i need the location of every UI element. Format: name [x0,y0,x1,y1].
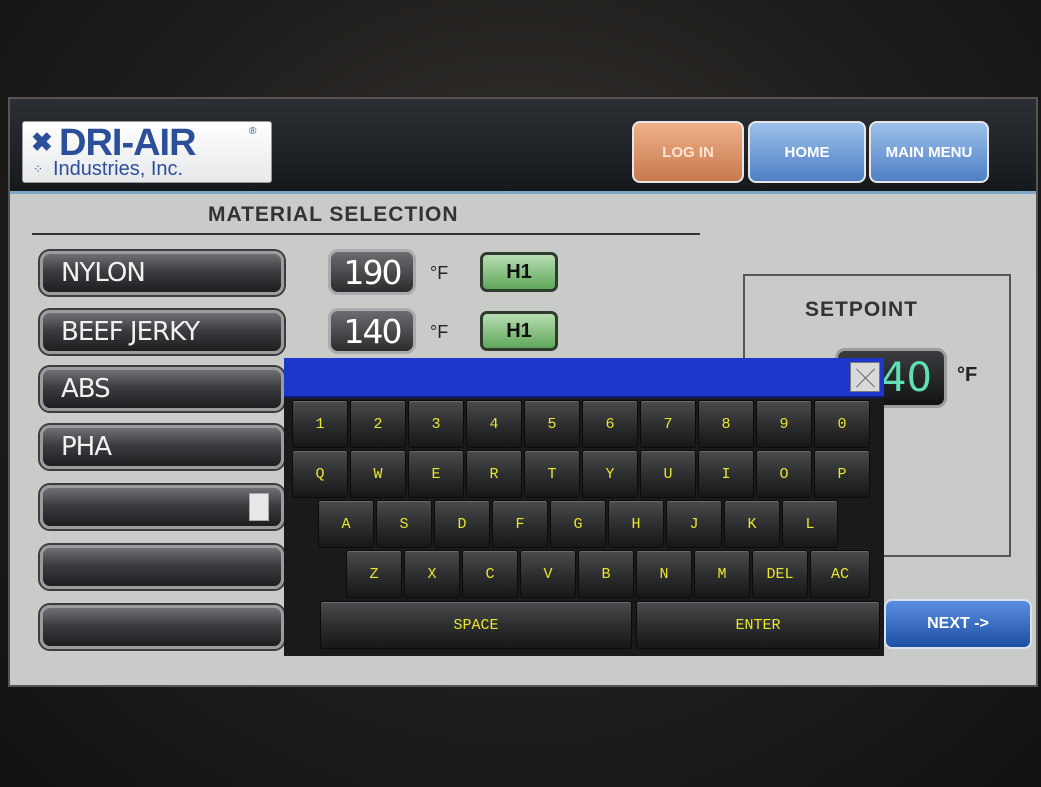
on-screen-keyboard: 1 2 3 4 5 6 7 8 9 0 Q W E R T Y U I O P … [284,358,884,656]
hmi-screen: ✖ DRI-AIR ® ⁘ Industries, Inc. LOG IN HO… [8,97,1038,687]
key-q[interactable]: Q [292,450,348,498]
material-button-5[interactable] [40,485,284,529]
material-button-4[interactable]: PHA [40,425,284,469]
key-3[interactable]: 3 [408,400,464,448]
key-r[interactable]: R [466,450,522,498]
delete-key[interactable]: DEL [752,550,808,598]
material-button-2[interactable]: BEEF JERKY [40,310,284,354]
key-9[interactable]: 9 [756,400,812,448]
key-d[interactable]: D [434,500,490,548]
key-g[interactable]: G [550,500,606,548]
close-icon[interactable] [850,362,880,392]
logo-registered-mark: ® [249,126,257,137]
key-j[interactable]: J [666,500,722,548]
temperature-unit-2: °F [430,322,449,342]
heater-button-1[interactable]: H1 [480,252,558,292]
heater-button-2[interactable]: H1 [480,311,558,351]
key-7[interactable]: 7 [640,400,696,448]
key-v[interactable]: V [520,550,576,598]
key-a[interactable]: A [318,500,374,548]
key-y[interactable]: Y [582,450,638,498]
material-button-7[interactable] [40,605,284,649]
temperature-field-2[interactable]: 140 [328,308,416,354]
logo-mark-icon: ✖ [31,127,53,157]
key-8[interactable]: 8 [698,400,754,448]
key-o[interactable]: O [756,450,812,498]
page-title: MATERIAL SELECTION [208,203,459,226]
key-k[interactable]: K [724,500,780,548]
header-bar: ✖ DRI-AIR ® ⁘ Industries, Inc. LOG IN HO… [10,99,1036,194]
material-button-3[interactable]: ABS [40,367,284,411]
setpoint-label: SETPOINT [805,298,919,321]
next-button[interactable]: NEXT -> [884,599,1032,649]
logo-title: DRI-AIR [59,122,197,164]
key-w[interactable]: W [350,450,406,498]
company-logo: ✖ DRI-AIR ® ⁘ Industries, Inc. [22,121,272,183]
key-u[interactable]: U [640,450,696,498]
login-button[interactable]: LOG IN [632,121,744,183]
space-key[interactable]: SPACE [320,601,632,649]
key-s[interactable]: S [376,500,432,548]
droplets-icon: ⁘ [33,162,44,176]
key-4[interactable]: 4 [466,400,522,448]
key-e[interactable]: E [408,450,464,498]
key-5[interactable]: 5 [524,400,580,448]
logo-subtitle: Industries, Inc. [53,158,184,180]
key-n[interactable]: N [636,550,692,598]
key-t[interactable]: T [524,450,580,498]
material-button-1[interactable]: NYLON [40,251,284,295]
main-menu-button[interactable]: MAIN MENU [869,121,989,183]
keyboard-input-field[interactable] [284,358,884,398]
home-button[interactable]: HOME [748,121,866,183]
key-p[interactable]: P [814,450,870,498]
enter-key[interactable]: ENTER [636,601,880,649]
temperature-unit-1: °F [430,263,449,283]
title-divider [32,233,700,235]
setpoint-unit: °F [957,364,978,386]
key-6[interactable]: 6 [582,400,638,448]
key-f[interactable]: F [492,500,548,548]
key-m[interactable]: M [694,550,750,598]
key-l[interactable]: L [782,500,838,548]
material-button-6[interactable] [40,545,284,589]
temperature-field-1[interactable]: 190 [328,249,416,295]
key-b[interactable]: B [578,550,634,598]
key-0[interactable]: 0 [814,400,870,448]
key-1[interactable]: 1 [292,400,348,448]
key-2[interactable]: 2 [350,400,406,448]
key-i[interactable]: I [698,450,754,498]
key-c[interactable]: C [462,550,518,598]
key-h[interactable]: H [608,500,664,548]
clear-all-key[interactable]: AC [810,550,870,598]
scrollbar-thumb[interactable] [249,493,269,521]
key-x[interactable]: X [404,550,460,598]
key-z[interactable]: Z [346,550,402,598]
